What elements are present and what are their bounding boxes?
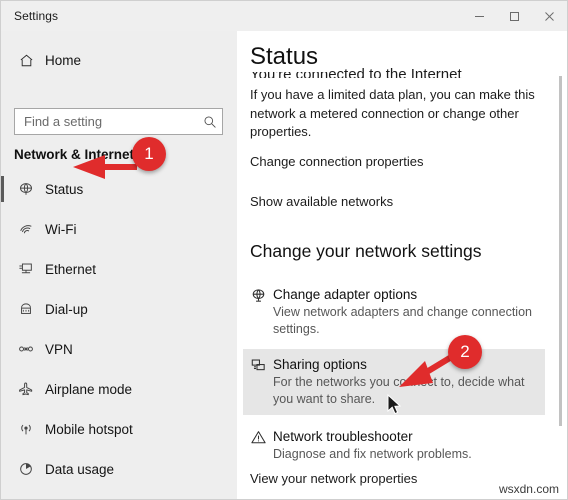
search-input[interactable]: Find a setting	[14, 108, 223, 135]
sidebar-item-wifi[interactable]: Wi-Fi	[1, 209, 237, 249]
option-title: Sharing options	[273, 357, 367, 372]
content-scrollbar[interactable]	[555, 31, 566, 499]
annotation-badge-2: 2	[448, 335, 482, 369]
wifi-icon	[12, 221, 40, 237]
sidebar-item-wifi-label: Wi-Fi	[45, 221, 77, 237]
option-description: Diagnose and fix network problems.	[273, 447, 472, 461]
ethernet-icon	[12, 261, 40, 277]
connection-description: If you have a limited data plan, you can…	[250, 87, 535, 139]
settings-window: Settings Home Find a setting Network & I…	[0, 0, 568, 500]
close-button[interactable]	[532, 1, 567, 31]
vpn-icon	[12, 341, 40, 357]
sidebar-item-home[interactable]: Home	[1, 47, 237, 73]
sidebar-item-proxy[interactable]: Proxy	[1, 489, 237, 499]
window-controls	[462, 1, 567, 31]
section-heading-change-network-settings: Change your network settings	[250, 241, 482, 261]
sidebar-item-mobile-hotspot[interactable]: Mobile hotspot	[1, 409, 237, 449]
page-title: Status	[250, 42, 329, 72]
minimize-button[interactable]	[462, 1, 497, 31]
option-body: Sharing options For the networks you con…	[273, 356, 545, 408]
sidebar-item-status-label: Status	[45, 181, 84, 197]
content-scroll-area: You're connected to the Internet If you …	[237, 31, 567, 499]
scrollbar-thumb[interactable]	[559, 76, 562, 426]
network-adapter-icon	[243, 286, 273, 304]
globe-status-icon	[12, 181, 40, 197]
hotspot-icon	[12, 421, 40, 437]
link-change-connection-properties[interactable]: Change connection properties	[250, 154, 423, 169]
link-show-available-networks[interactable]: Show available networks	[250, 194, 393, 209]
sidebar: Home Find a setting Network & Internet S…	[1, 31, 237, 499]
search-placeholder: Find a setting	[24, 114, 103, 129]
option-body: Change adapter options View network adap…	[273, 286, 545, 338]
sidebar-item-mobile-hotspot-label: Mobile hotspot	[45, 421, 133, 437]
link-view-network-properties[interactable]: View your network properties	[250, 471, 417, 486]
sidebar-item-vpn[interactable]: VPN	[1, 329, 237, 369]
option-description: For the networks you connect to, decide …	[273, 375, 525, 406]
sidebar-nav: Status Wi-Fi Ethernet Dial-up VPN Airpla…	[1, 169, 237, 499]
window-title: Settings	[14, 9, 59, 23]
option-change-adapter-options[interactable]: Change adapter options View network adap…	[243, 279, 545, 345]
title-bar: Settings	[1, 1, 567, 31]
sidebar-item-dialup[interactable]: Dial-up	[1, 289, 237, 329]
option-title: Change adapter options	[273, 287, 418, 302]
sidebar-item-dialup-label: Dial-up	[45, 301, 88, 317]
mouse-cursor	[387, 394, 402, 415]
option-title: Network troubleshooter	[273, 429, 413, 444]
search-icon[interactable]	[198, 115, 222, 129]
watermark: wsxdn.com	[494, 481, 563, 497]
sharing-icon	[243, 356, 273, 374]
airplane-icon	[12, 381, 40, 397]
home-icon	[12, 53, 40, 68]
sidebar-item-home-label: Home	[45, 52, 82, 68]
option-body: Network troubleshooter Diagnose and fix …	[273, 428, 545, 463]
maximize-button[interactable]	[497, 1, 532, 31]
sidebar-item-airplane-mode[interactable]: Airplane mode	[1, 369, 237, 409]
warning-triangle-icon	[243, 428, 273, 446]
content-area: You're connected to the Internet If you …	[237, 31, 567, 499]
sidebar-item-airplane-mode-label: Airplane mode	[45, 381, 133, 397]
annotation-badge-1: 1	[132, 137, 166, 171]
sidebar-item-ethernet-label: Ethernet	[45, 261, 97, 277]
sidebar-category-header: Network & Internet	[14, 147, 135, 162]
dialup-icon	[12, 301, 40, 317]
sidebar-item-ethernet[interactable]: Ethernet	[1, 249, 237, 289]
sidebar-item-status[interactable]: Status	[1, 169, 237, 209]
option-network-troubleshooter[interactable]: Network troubleshooter Diagnose and fix …	[243, 421, 545, 470]
sidebar-item-data-usage[interactable]: Data usage	[1, 449, 237, 489]
data-usage-icon	[12, 461, 40, 477]
option-description: View network adapters and change connect…	[273, 305, 532, 336]
sidebar-item-vpn-label: VPN	[45, 341, 73, 357]
sidebar-item-data-usage-label: Data usage	[45, 461, 115, 477]
